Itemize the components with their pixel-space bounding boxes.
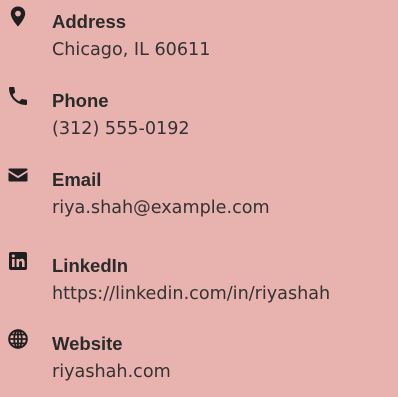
contact-item-address: Address Chicago, IL 60611 <box>0 5 398 75</box>
website-label: Website <box>52 333 123 354</box>
contact-item-website: Website riyashah.com <box>0 327 398 397</box>
linkedin-value[interactable]: https://linkedin.com/in/riyashah <box>52 282 330 306</box>
contact-item-linkedin: LinkedIn https://linkedin.com/in/riyasha… <box>0 249 398 319</box>
map-marker-icon <box>6 5 30 29</box>
address-value: Chicago, IL 60611 <box>52 40 211 60</box>
email-value[interactable]: riya.shah@example.com <box>52 196 270 220</box>
linkedin-label: LinkedIn <box>52 255 129 276</box>
phone-value[interactable]: (312) 555-0192 <box>52 117 190 141</box>
contact-item-email: Email riya.shah@example.com <box>0 163 398 233</box>
contact-info-list: Address Chicago, IL 60611 Phone (312) 55… <box>0 0 398 391</box>
address-label: Address <box>52 11 127 32</box>
phone-icon <box>6 84 30 108</box>
contact-item-phone: Phone (312) 555-0192 <box>0 84 398 154</box>
globe-icon <box>6 327 30 351</box>
website-value[interactable]: riyashah.com <box>52 360 171 384</box>
linkedin-icon <box>6 249 30 273</box>
envelope-icon <box>6 163 30 187</box>
email-label: Email <box>52 169 102 190</box>
phone-label: Phone <box>52 90 109 111</box>
